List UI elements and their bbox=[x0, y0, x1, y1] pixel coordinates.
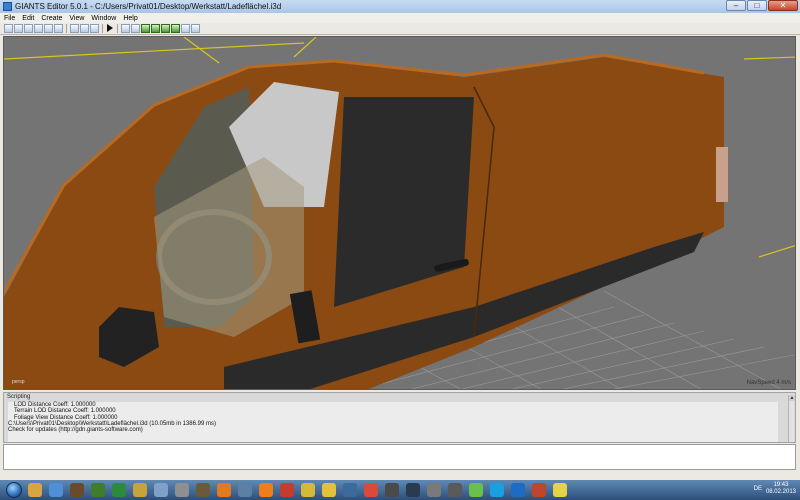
close-button[interactable]: ✕ bbox=[768, 0, 798, 11]
excel-icon[interactable] bbox=[112, 483, 126, 497]
tractor-icon[interactable] bbox=[91, 483, 105, 497]
refresh-icon[interactable] bbox=[90, 24, 99, 33]
camera-label: persp bbox=[12, 379, 25, 385]
network-icon[interactable] bbox=[238, 483, 252, 497]
scripting-scrollbar[interactable]: ▲ bbox=[788, 395, 795, 442]
maximize-button[interactable]: □ bbox=[747, 0, 767, 11]
blender-icon[interactable] bbox=[217, 483, 231, 497]
paint-icon[interactable] bbox=[161, 24, 170, 33]
window-title: GIANTS Editor 5.0.1 - C:/Users/Privat01/… bbox=[15, 2, 282, 11]
tool-icon[interactable] bbox=[175, 483, 189, 497]
open-file-icon[interactable] bbox=[14, 24, 23, 33]
counter-icon[interactable] bbox=[322, 483, 336, 497]
menu-create[interactable]: Create bbox=[37, 15, 65, 22]
camera-icon[interactable] bbox=[191, 24, 200, 33]
settings-icon[interactable] bbox=[448, 483, 462, 497]
toolbar bbox=[0, 23, 800, 35]
menu-bar: File Edit Create View Window Help bbox=[0, 13, 800, 23]
settings-icon[interactable] bbox=[181, 24, 190, 33]
toolbar-separator bbox=[66, 24, 67, 33]
editor-icon[interactable] bbox=[154, 483, 168, 497]
scripting-title: Scripting bbox=[7, 394, 31, 400]
toolbar-separator bbox=[102, 24, 103, 33]
grid-icon[interactable] bbox=[131, 24, 140, 33]
skype-icon[interactable] bbox=[490, 483, 504, 497]
teamviewer-icon[interactable] bbox=[511, 483, 525, 497]
photo-icon[interactable] bbox=[532, 483, 546, 497]
foliage-icon[interactable] bbox=[151, 24, 160, 33]
menu-help[interactable]: Help bbox=[119, 15, 140, 22]
app-icon[interactable] bbox=[385, 483, 399, 497]
toolbar-separator bbox=[117, 24, 118, 33]
sculpt-icon[interactable] bbox=[171, 24, 180, 33]
menu-file[interactable]: File bbox=[0, 15, 18, 22]
chrome-icon[interactable] bbox=[364, 483, 378, 497]
nav-speed-label: NavSpeed 4 m/s bbox=[746, 380, 791, 386]
save-icon[interactable] bbox=[34, 24, 43, 33]
media-icon[interactable] bbox=[280, 483, 294, 497]
3d-viewport[interactable]: persp NavSpeed 4 m/s bbox=[3, 36, 796, 390]
ftp-icon[interactable] bbox=[133, 483, 147, 497]
menu-edit[interactable]: Edit bbox=[18, 15, 37, 22]
save-as-icon[interactable] bbox=[44, 24, 53, 33]
taskbar-apps bbox=[28, 483, 567, 497]
log-line: Check for updates (http://gdn.giants-sof… bbox=[8, 427, 143, 434]
giants-app-icon bbox=[3, 2, 12, 11]
player-icon[interactable] bbox=[427, 483, 441, 497]
title-bar[interactable]: GIANTS Editor 5.0.1 - C:/Users/Privat01/… bbox=[0, 0, 800, 13]
undo-icon[interactable] bbox=[70, 24, 79, 33]
vlc-icon[interactable] bbox=[259, 483, 273, 497]
terrain-icon[interactable] bbox=[141, 24, 150, 33]
folder-icon[interactable] bbox=[28, 483, 42, 497]
status-bar bbox=[0, 471, 800, 480]
icq-icon[interactable] bbox=[469, 483, 483, 497]
rear-light bbox=[716, 147, 728, 202]
play-icon[interactable] bbox=[106, 24, 114, 33]
clock[interactable]: 19:43 08.02.2013 bbox=[766, 482, 796, 496]
game-icon[interactable] bbox=[70, 483, 84, 497]
window-controls: – □ ✕ bbox=[726, 0, 798, 13]
import-icon[interactable] bbox=[24, 24, 33, 33]
redo-icon[interactable] bbox=[80, 24, 89, 33]
steam-icon[interactable] bbox=[406, 483, 420, 497]
menu-window[interactable]: Window bbox=[87, 15, 119, 22]
gimp-icon[interactable] bbox=[196, 483, 210, 497]
notes-icon[interactable] bbox=[553, 483, 567, 497]
language-indicator[interactable]: DE bbox=[754, 486, 762, 492]
clock-date: 08.02.2013 bbox=[765, 489, 796, 495]
select-icon[interactable] bbox=[121, 24, 130, 33]
start-button[interactable] bbox=[6, 482, 22, 498]
scripting-panel: Scripting LOD Distance Coeff: 1.000000 T… bbox=[3, 392, 796, 443]
taskbar: DE 19:43 08.02.2013 bbox=[0, 480, 800, 500]
menu-view[interactable]: View bbox=[65, 15, 87, 22]
minimize-button[interactable]: – bbox=[726, 0, 746, 11]
new-file-icon[interactable] bbox=[4, 24, 13, 33]
script-input[interactable] bbox=[3, 444, 796, 470]
system-tray: DE 19:43 08.02.2013 bbox=[754, 482, 796, 496]
editor-window: GIANTS Editor 5.0.1 - C:/Users/Privat01/… bbox=[0, 0, 800, 480]
vpn-icon[interactable] bbox=[343, 483, 357, 497]
scene-render bbox=[4, 37, 795, 389]
scripting-output: LOD Distance Coeff: 1.000000 Terrain LOD… bbox=[8, 402, 778, 442]
explorer-icon[interactable] bbox=[49, 483, 63, 497]
export-icon[interactable] bbox=[54, 24, 63, 33]
browser-icon[interactable] bbox=[301, 483, 315, 497]
scroll-up-icon[interactable]: ▲ bbox=[789, 395, 795, 401]
clock-time: 19:43 bbox=[773, 482, 789, 488]
